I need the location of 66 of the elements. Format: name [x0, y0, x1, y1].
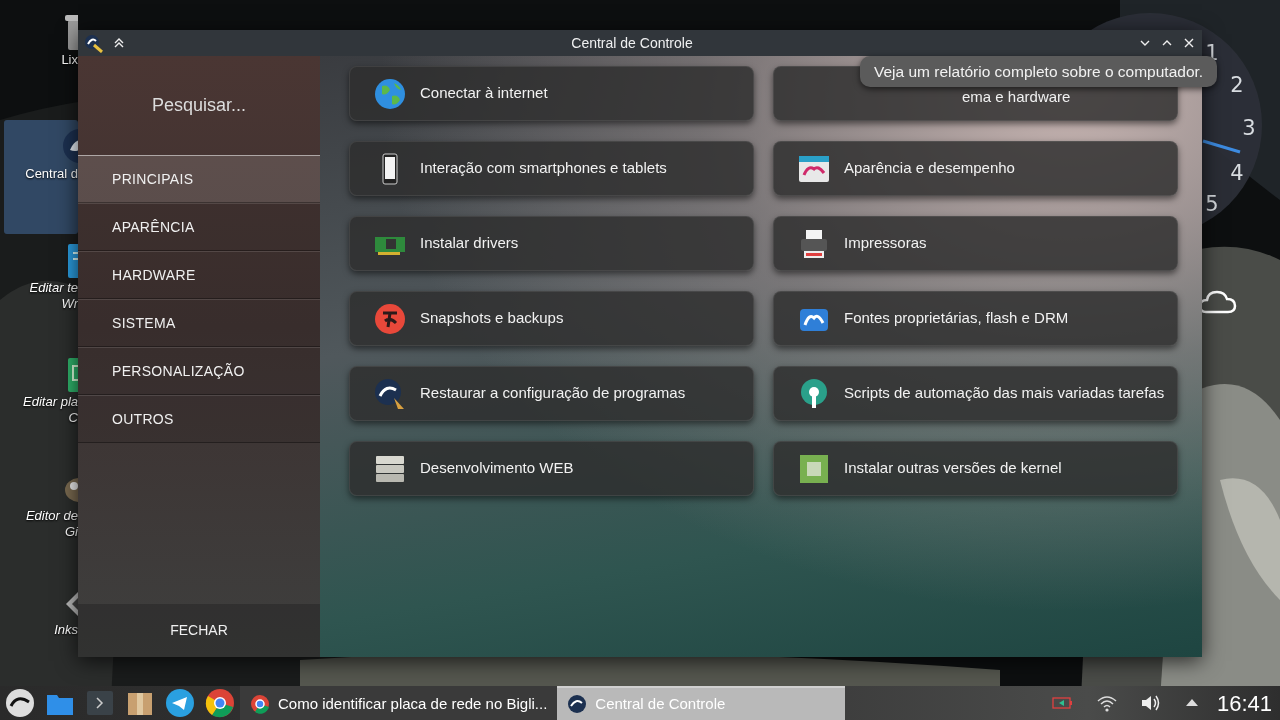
- task-label: Como identificar placa de rede no Bigli...: [278, 693, 548, 714]
- task-label: Central de Controle: [595, 693, 726, 714]
- category-card[interactable]: Impressoras: [773, 216, 1178, 271]
- category-card[interactable]: Restaurar a configuração de programas: [349, 366, 754, 421]
- clock: 16:41: [1216, 689, 1272, 718]
- category-tab[interactable]: PRINCIPAIS: [78, 155, 320, 203]
- task-button[interactable]: Como identificar placa de rede no Bigli...: [240, 686, 558, 720]
- logo-icon: [567, 694, 588, 714]
- icon-label: Lix: [61, 52, 78, 68]
- search-field[interactable]: Pesquisar...: [99, 91, 299, 120]
- close-icon: [1182, 36, 1196, 50]
- category-tab[interactable]: APARÊNCIA: [78, 203, 320, 251]
- card-label: ema e hardware: [962, 86, 1071, 107]
- window-title: Central de Controle: [570, 33, 694, 53]
- category-card[interactable]: Aparência e desempenho: [773, 141, 1178, 196]
- icon-label: Editar te Wr: [29, 280, 78, 312]
- globe-icon: [374, 77, 406, 110]
- card-label: Instalar drivers: [420, 233, 519, 254]
- close-button[interactable]: [1182, 36, 1196, 50]
- category-card[interactable]: Scripts de automação das mais variadas tarefas: [773, 366, 1178, 421]
- category-tab[interactable]: OUTROS: [78, 395, 320, 443]
- clock-numeral: 3: [1242, 116, 1256, 140]
- category-card[interactable]: Instalar outras versões de kernel: [773, 441, 1178, 496]
- clock-hand: [1202, 139, 1241, 154]
- category-card[interactable]: Instalar drivers: [349, 216, 754, 271]
- clock-numeral: 5: [1205, 192, 1219, 216]
- clock-numeral: 4: [1230, 161, 1244, 185]
- icon-label: Editor de Gi: [25, 508, 78, 540]
- logo-broom-icon: [374, 377, 406, 410]
- paper-plane-icon: [165, 688, 195, 718]
- card-label: Instalar outras versões de kernel: [844, 458, 1062, 479]
- card-label: Conectar à internet: [420, 83, 548, 104]
- chip-icon: [798, 452, 830, 485]
- icon-label: Central d: [25, 166, 78, 182]
- logo-icon: [5, 688, 35, 718]
- card-label: Desenvolvimento WEB: [420, 458, 574, 479]
- printer-icon: [798, 227, 830, 260]
- clock-numeral: 2: [1230, 73, 1244, 97]
- gear-icon: [798, 377, 830, 410]
- close-button[interactable]: FECHAR: [78, 604, 320, 657]
- app-icon[interactable]: [84, 33, 104, 53]
- keep-above-button[interactable]: [112, 36, 126, 50]
- category-card[interactable]: Interação com smartphones e tablets: [349, 141, 754, 196]
- card-label: Fontes proprietárias, flash e DRM: [844, 308, 1069, 329]
- snapshot-icon: [374, 302, 406, 335]
- category-card[interactable]: Desenvolvimento WEB: [349, 441, 754, 496]
- volume-icon: [1139, 693, 1162, 713]
- card-label: Snapshots e backups: [420, 308, 564, 329]
- browser-icon: [205, 688, 235, 718]
- card-label: Scripts de automação das mais variadas tarefas: [844, 383, 1165, 404]
- card-label: Aparência e desempenho: [844, 158, 1015, 179]
- category-tab[interactable]: HARDWARE: [78, 251, 320, 299]
- category-card[interactable]: Snapshots e backups: [349, 291, 754, 346]
- category-card[interactable]: Conectar à internet: [349, 66, 754, 121]
- category-tab[interactable]: SISTEMA: [78, 299, 320, 347]
- icon-label: Inks: [54, 622, 78, 638]
- terminal-icon: [85, 688, 115, 718]
- card-label: Impressoras: [844, 233, 927, 254]
- category-card[interactable]: Fontes proprietárias, flash e DRM: [773, 291, 1178, 346]
- double-chevron-icon: [112, 36, 126, 50]
- icon-label: Editar pla C: [23, 394, 78, 426]
- category-tab[interactable]: PERSONALIZAÇÃO: [78, 347, 320, 395]
- card-label: Interação com smartphones e tablets: [420, 158, 667, 179]
- card-label: Restaurar a configuração de programas: [420, 383, 686, 404]
- wifi-icon: [1095, 693, 1118, 713]
- browser-icon: [250, 694, 270, 714]
